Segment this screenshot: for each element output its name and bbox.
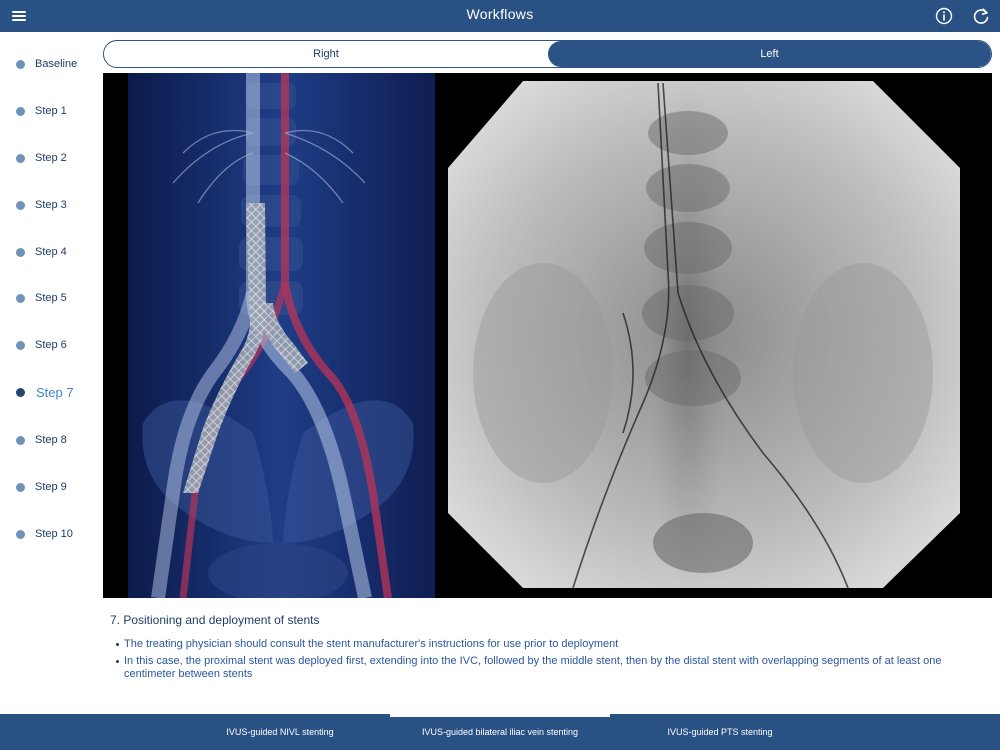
step-dot-icon [16, 482, 25, 492]
tab-nivl-stenting[interactable]: IVUS-guided NIVL stenting [170, 714, 390, 750]
step-dot-icon [16, 387, 25, 397]
sidebar-item-label: Step 3 [35, 199, 67, 211]
sidebar-item-step-9[interactable]: Step 9 [0, 473, 100, 501]
sidebar-item-label: Step 10 [35, 528, 73, 540]
step-sidebar: Baseline Step 1 Step 2 Step 3 Step 4 Ste… [0, 32, 100, 712]
sidebar-item-label: Step 4 [35, 246, 67, 258]
sidebar-item-label: Step 9 [35, 481, 67, 493]
sidebar-item-label: Step 2 [35, 152, 67, 164]
step-dot-icon [16, 529, 25, 539]
vein-illustration [128, 73, 435, 598]
sidebar-item-step-4[interactable]: Step 4 [0, 238, 100, 266]
procedure-images [128, 73, 992, 598]
tab-bilateral-iliac-stenting[interactable]: IVUS-guided bilateral iliac vein stentin… [390, 714, 610, 750]
sidebar-item-step-8[interactable]: Step 8 [0, 426, 100, 454]
sidebar-item-baseline[interactable]: Baseline [0, 50, 100, 78]
top-bar: Workflows [0, 0, 1000, 32]
sidebar-item-label: Step 6 [35, 339, 67, 351]
bottom-tab-bar: IVUS-guided NIVL stenting IVUS-guided bi… [0, 714, 1000, 750]
sidebar-item-label: Baseline [35, 58, 78, 70]
fluoroscopy-image [435, 73, 992, 598]
segment-right-button[interactable]: Right [104, 41, 548, 67]
side-segmented-control: Right Left [103, 40, 992, 68]
step-dot-icon [16, 435, 25, 445]
sidebar-item-step-7[interactable]: Step 7 [0, 378, 100, 406]
media-panel [103, 73, 992, 598]
tab-pts-stenting[interactable]: IVUS-guided PTS stenting [610, 714, 830, 750]
page-title: Workflows [466, 6, 534, 22]
step-dot-icon [16, 340, 25, 350]
tab-label: IVUS-guided PTS stenting [667, 727, 773, 737]
sidebar-item-label: Step 5 [35, 292, 67, 304]
step-title: 7. Positioning and deployment of stents [110, 613, 320, 627]
step-dot-icon [16, 247, 25, 257]
sidebar-item-label: Step 8 [35, 434, 67, 446]
sidebar-item-step-1[interactable]: Step 1 [0, 97, 100, 125]
sidebar-item-step-10[interactable]: Step 10 [0, 520, 100, 548]
step-dot-icon [16, 200, 25, 210]
step-dot-icon [16, 153, 25, 163]
info-icon[interactable] [934, 6, 954, 26]
sidebar-item-label: Step 1 [35, 105, 67, 117]
sidebar-item-step-3[interactable]: Step 3 [0, 191, 100, 219]
step-dot-icon [16, 106, 25, 116]
sidebar-item-step-6[interactable]: Step 6 [0, 331, 100, 359]
sidebar-item-label: Step 7 [36, 384, 74, 400]
tab-label: IVUS-guided NIVL stenting [226, 727, 334, 737]
step-dot-icon [16, 293, 25, 303]
segment-left-button[interactable]: Left [548, 41, 991, 67]
sidebar-item-step-2[interactable]: Step 2 [0, 144, 100, 172]
refresh-icon[interactable] [970, 5, 992, 27]
active-tab-indicator [390, 714, 610, 717]
step-description-list: The treating physician should consult th… [116, 638, 986, 685]
list-item: In this case, the proximal stent was dep… [116, 655, 986, 681]
sidebar-item-step-5[interactable]: Step 5 [0, 284, 100, 312]
list-item: The treating physician should consult th… [116, 638, 986, 651]
step-dot-icon [16, 59, 25, 69]
tab-label: IVUS-guided bilateral iliac vein stentin… [421, 727, 579, 737]
